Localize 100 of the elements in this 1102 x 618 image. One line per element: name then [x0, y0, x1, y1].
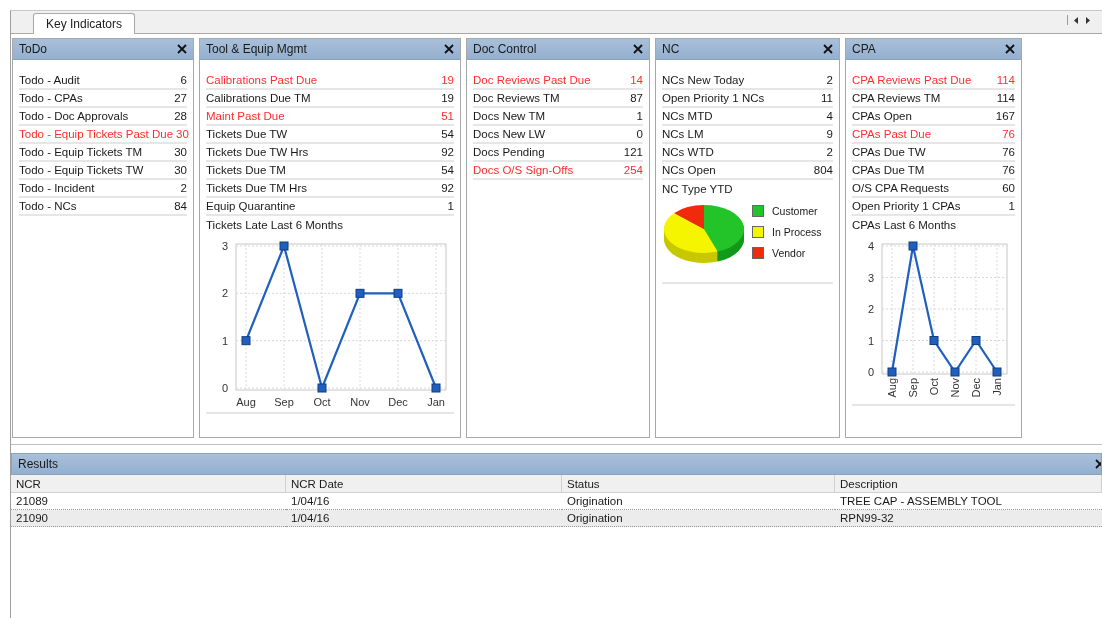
legend-label: Vendor — [772, 247, 806, 259]
chart-title: Tickets Late Last 6 Months — [206, 218, 344, 233]
table-cell: 1/04/16 — [286, 510, 562, 527]
indicator-row[interactable]: Open Priority 1 NCs 11 — [662, 90, 833, 108]
indicator-row[interactable]: Tickets Due TM Hrs 92 — [206, 180, 454, 198]
x-tick-label: Oct — [928, 378, 940, 396]
indicator-row[interactable]: Todo - Doc Approvals 28 — [19, 108, 187, 126]
panel-title: ToDo — [19, 42, 47, 56]
indicator-row[interactable]: Tickets Due TM 54 — [206, 162, 454, 180]
panel-title: NC — [662, 42, 680, 56]
close-icon — [633, 44, 643, 54]
indicator-row[interactable]: Open Priority 1 CPAs 1 — [852, 198, 1015, 216]
y-tick-label: 1 — [221, 334, 228, 347]
x-tick-label: Jan — [427, 396, 445, 408]
left-triangle-icon — [1074, 16, 1078, 24]
indicator-row[interactable]: Docs New TM 1 — [473, 108, 643, 126]
indicator-row[interactable]: Todo - Equip Tickets TW 30 — [19, 162, 187, 180]
close-button[interactable] — [1005, 44, 1015, 54]
indicator-row[interactable]: Todo - Audit 6 — [19, 72, 187, 90]
data-point — [279, 241, 289, 251]
close-icon — [1095, 459, 1101, 469]
indicator-row[interactable]: CPAs Due TW 76 — [852, 144, 1015, 162]
column-header[interactable]: NCR Date — [286, 475, 562, 493]
indicator-row[interactable]: Calibrations Past Due 19 — [206, 72, 454, 90]
column-header[interactable]: Description — [835, 475, 1102, 493]
chart-title: CPAs Last 6 Months — [852, 218, 957, 233]
data-point — [992, 367, 1002, 377]
close-icon — [177, 44, 187, 54]
x-tick-label: Aug — [236, 396, 256, 408]
indicator-row[interactable]: Docs New LW 0 — [473, 126, 643, 144]
scroll-left-button[interactable] — [1072, 15, 1080, 25]
indicator-row[interactable]: Calibrations Due TM 19 — [206, 90, 454, 108]
indicator-row[interactable]: NCs WTD 2 — [662, 144, 833, 162]
table-cell: Origination — [562, 510, 835, 527]
y-tick-label: 4 — [867, 240, 874, 252]
indicator-row[interactable]: O/S CPA Requests 60 — [852, 180, 1015, 198]
data-point — [971, 336, 981, 345]
x-tick-label: Sep — [274, 396, 294, 408]
y-tick-label: 3 — [221, 240, 228, 252]
y-tick-label: 0 — [867, 366, 874, 378]
close-icon — [444, 44, 454, 54]
legend-label: Customer — [772, 205, 818, 217]
y-tick-label: 2 — [867, 303, 874, 315]
indicator-row[interactable]: NCs Open 804 — [662, 162, 833, 180]
indicator-row[interactable]: Todo - Equip Tickets Past Due 30 — [19, 126, 187, 144]
table-cell: 21090 — [11, 510, 286, 527]
indicator-row[interactable]: Todo - Equip Tickets TM 30 — [19, 144, 187, 162]
close-button[interactable] — [1095, 459, 1101, 469]
close-button[interactable] — [633, 44, 643, 54]
indicator-row[interactable]: Todo - CPAs 27 — [19, 90, 187, 108]
tab[interactable]: Key Indicators — [33, 13, 136, 34]
y-tick-label: 0 — [221, 382, 228, 394]
x-tick-label: Dec — [388, 396, 408, 408]
x-tick-label: Jan — [991, 378, 1003, 396]
indicator-row[interactable]: NCs New Today 2 — [662, 72, 833, 90]
indicator-row[interactable]: Equip Quarantine 1 — [206, 198, 454, 216]
indicator-row[interactable]: Tickets Due TW Hrs 92 — [206, 144, 454, 162]
panel-title: Tool & Equip Mgmt — [206, 42, 307, 56]
x-tick-label: Nov — [949, 378, 961, 398]
data-point — [950, 367, 960, 377]
data-point — [317, 383, 327, 393]
indicator-row[interactable]: Todo - NCs 84 — [19, 198, 187, 216]
right-triangle-icon — [1086, 16, 1090, 24]
close-icon — [823, 44, 833, 54]
column-header[interactable]: Status — [562, 475, 835, 493]
data-point — [431, 383, 441, 393]
data-point — [887, 367, 897, 377]
indicator-row[interactable]: NCs MTD 4 — [662, 108, 833, 126]
y-tick-label: 1 — [867, 334, 874, 347]
indicator-row[interactable]: CPA Reviews Past Due 114 — [852, 72, 1015, 90]
data-point — [929, 336, 939, 345]
table-cell: RPN99-32 — [835, 510, 1102, 527]
data-point — [355, 288, 365, 298]
indicator-row[interactable]: Tickets Due TW 54 — [206, 126, 454, 144]
data-point — [241, 336, 251, 346]
indicator-row[interactable]: CPAs Past Due 76 — [852, 126, 1015, 144]
data-point — [393, 288, 403, 298]
chart-title: NC Type YTD — [662, 182, 734, 197]
indicator-row[interactable]: Maint Past Due 51 — [206, 108, 454, 126]
panel-title: CPA — [852, 42, 876, 56]
column-header[interactable]: NCR — [11, 475, 286, 493]
x-tick-label: Aug — [886, 378, 898, 398]
indicator-row[interactable]: Todo - Incident 2 — [19, 180, 187, 198]
x-tick-label: Oct — [313, 396, 331, 408]
close-button[interactable] — [177, 44, 187, 54]
indicator-row[interactable]: CPA Reviews TM 114 — [852, 90, 1015, 108]
panel-title: Results — [18, 457, 58, 471]
y-tick-label: 3 — [867, 271, 874, 284]
y-tick-label: 2 — [221, 287, 228, 300]
indicator-row[interactable]: NCs LM 9 — [662, 126, 833, 144]
indicator-row[interactable]: Doc Reviews TM 87 — [473, 90, 643, 108]
scroll-right-button[interactable] — [1084, 15, 1092, 25]
close-button[interactable] — [823, 44, 833, 54]
close-button[interactable] — [444, 44, 454, 54]
indicator-row[interactable]: Doc Reviews Past Due 14 — [473, 72, 643, 90]
indicator-row[interactable]: Docs Pending 121 — [473, 144, 643, 162]
indicator-row[interactable]: Docs O/S Sign-Offs 254 — [473, 162, 643, 180]
indicator-row[interactable]: CPAs Open 167 — [852, 108, 1015, 126]
x-tick-label: Nov — [350, 396, 370, 408]
indicator-row[interactable]: CPAs Due TM 76 — [852, 162, 1015, 180]
